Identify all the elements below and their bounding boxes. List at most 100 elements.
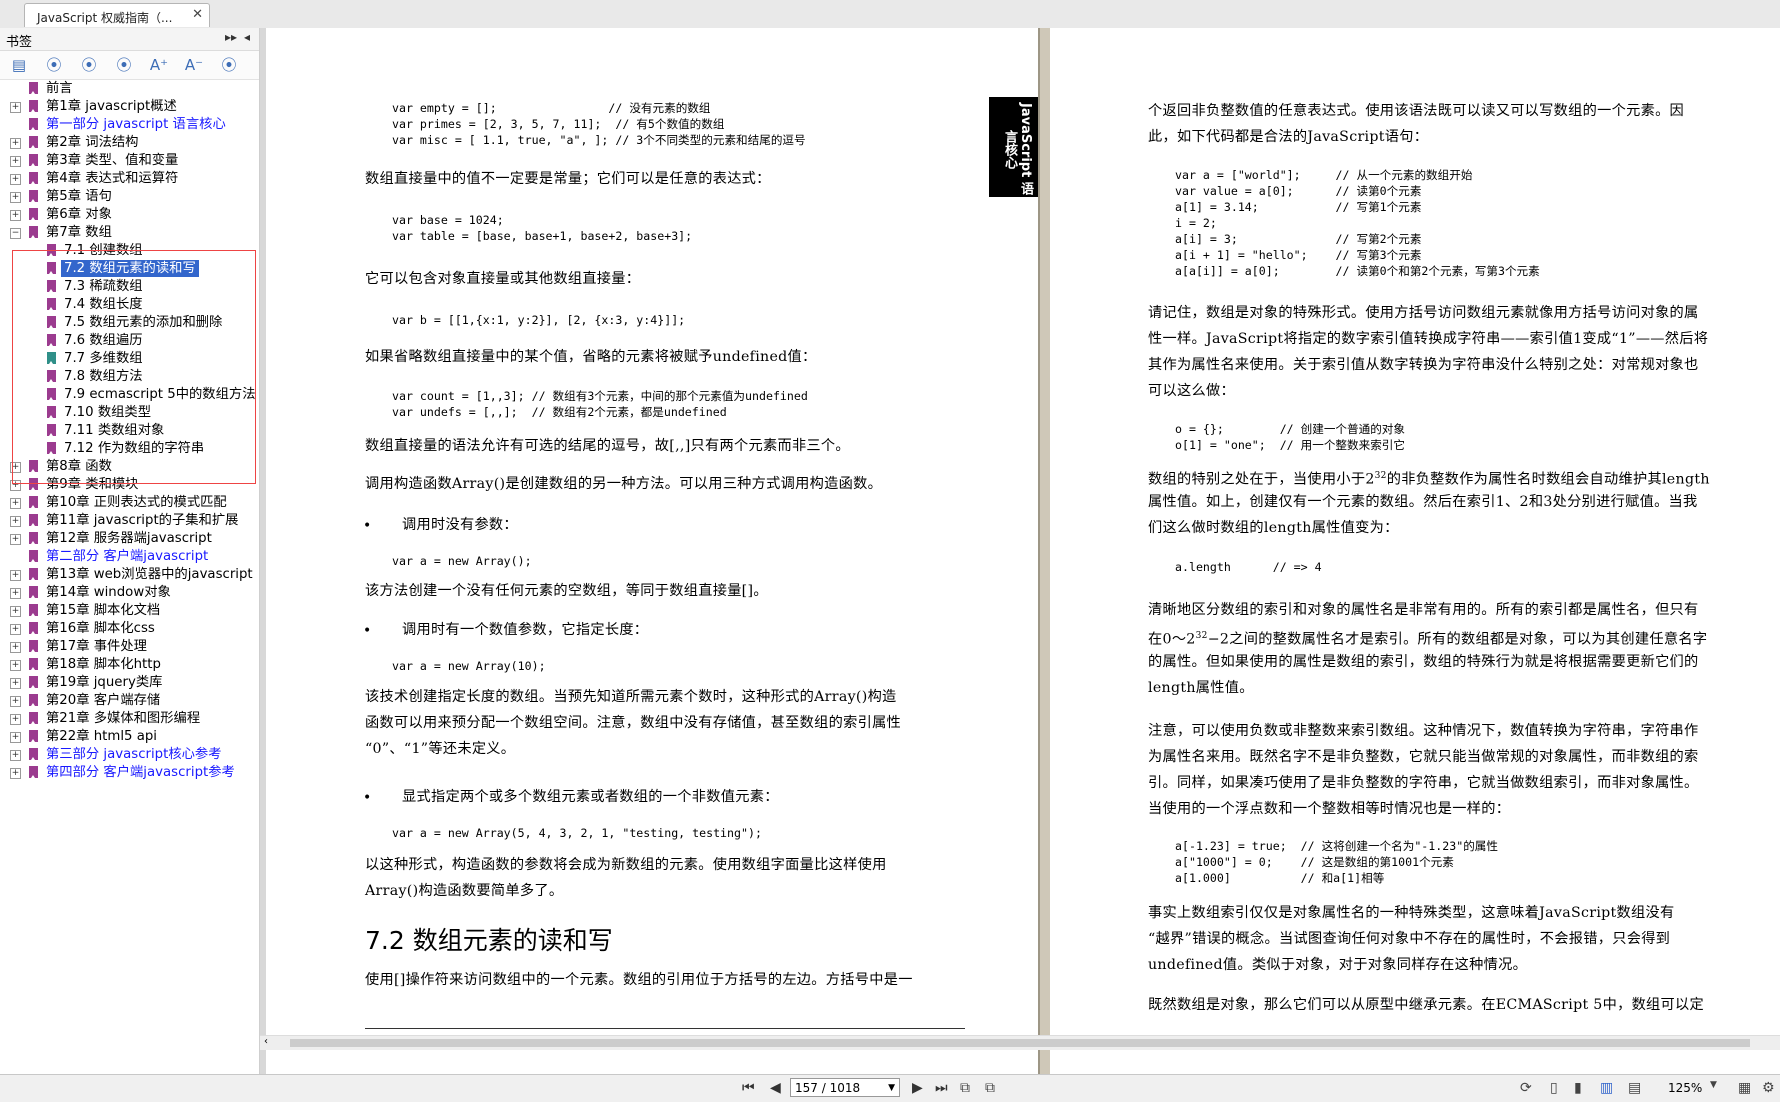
bookmark-item[interactable]: 7.7 多维数组 bbox=[0, 350, 259, 367]
copy-page-icon[interactable]: ⧉ bbox=[985, 1080, 995, 1096]
bookmark-list-icon[interactable]: ▤ bbox=[8, 55, 30, 75]
bookmark-item[interactable]: 7.12 作为数组的字符串 bbox=[0, 440, 259, 457]
bookmark-item[interactable]: + 第16章 脚本化css bbox=[0, 620, 259, 637]
settings-icon[interactable]: ⚙ bbox=[1762, 1080, 1775, 1096]
bookmark-label: 第三部分 javascript核心参考 bbox=[46, 747, 222, 762]
prev-page-icon[interactable]: ◀ bbox=[770, 1080, 781, 1096]
bookmark-item[interactable]: + 第8章 函数 bbox=[0, 458, 259, 475]
bookmark-item[interactable]: + 第19章 jquery类库 bbox=[0, 674, 259, 691]
expand-icon[interactable]: + bbox=[10, 732, 21, 743]
sidebar-splitter[interactable] bbox=[260, 28, 266, 1074]
bookmark-item[interactable]: 7.8 数组方法 bbox=[0, 368, 259, 385]
bookmark-item[interactable]: 第二部分 客户端javascript bbox=[0, 548, 259, 565]
bookmark-item[interactable]: + 第1章 javascript概述 bbox=[0, 98, 259, 115]
document-tab[interactable]: JavaScript 权威指南（... ✕ bbox=[24, 3, 210, 27]
expand-icon[interactable]: + bbox=[10, 588, 21, 599]
expand-icon[interactable]: + bbox=[10, 534, 21, 545]
expand-icon[interactable]: + bbox=[10, 174, 21, 185]
bookmark-item[interactable]: 前言 bbox=[0, 80, 259, 97]
bookmark-settings-icon[interactable]: ⦿ bbox=[218, 55, 240, 75]
last-page-icon[interactable]: ⏭ bbox=[935, 1080, 948, 1096]
bookmark-item[interactable]: + 第11章 javascript的子集和扩展 bbox=[0, 512, 259, 529]
bookmark-item[interactable]: − 第7章 数组 bbox=[0, 224, 259, 241]
bookmark-item[interactable]: + 第22章 html5 api bbox=[0, 728, 259, 745]
single-page-icon[interactable]: ▯ bbox=[1550, 1080, 1558, 1096]
bookmark-item[interactable]: 第一部分 javascript 语言核心 bbox=[0, 116, 259, 133]
two-page-icon[interactable]: ▥ bbox=[1600, 1080, 1613, 1096]
chevron-down-icon[interactable]: ▼ bbox=[888, 1079, 895, 1098]
bookmark-item[interactable]: + 第5章 语句 bbox=[0, 188, 259, 205]
collapse-sidebar-icon[interactable]: ◂ bbox=[244, 30, 250, 44]
bookmark-icon bbox=[29, 226, 38, 238]
bookmark-icon bbox=[47, 424, 56, 436]
bookmark-item[interactable]: + 第三部分 javascript核心参考 bbox=[0, 746, 259, 763]
expand-icon[interactable]: + bbox=[10, 624, 21, 635]
font-increase-icon[interactable]: A⁺ bbox=[148, 55, 170, 75]
document-hscrollbar[interactable]: ‹ bbox=[260, 1035, 1780, 1050]
expand-icon[interactable]: + bbox=[10, 606, 21, 617]
bookmark-item[interactable]: 7.3 稀疏数组 bbox=[0, 278, 259, 295]
bookmark-item[interactable]: 7.1 创建数组 bbox=[0, 242, 259, 259]
expand-icon[interactable]: + bbox=[10, 498, 21, 509]
bookmark-item[interactable]: + 第6章 对象 bbox=[0, 206, 259, 223]
font-decrease-icon[interactable]: A⁻ bbox=[183, 55, 205, 75]
bookmark-item[interactable]: 7.10 数组类型 bbox=[0, 404, 259, 421]
expand-icon[interactable]: + bbox=[10, 462, 21, 473]
page-number-field[interactable]: 157 / 1018 ▼ bbox=[790, 1078, 900, 1097]
bookmark-item[interactable]: + 第4章 表达式和运算符 bbox=[0, 170, 259, 187]
bookmark-expand-icon[interactable]: ⦿ bbox=[78, 55, 100, 75]
collapse-icon[interactable]: − bbox=[10, 228, 21, 239]
close-tab-icon[interactable]: ✕ bbox=[192, 7, 203, 22]
expand-icon[interactable]: + bbox=[10, 768, 21, 779]
expand-icon[interactable]: + bbox=[10, 516, 21, 527]
two-page-continuous-icon[interactable]: ▤ bbox=[1628, 1080, 1641, 1096]
bookmark-item[interactable]: + 第20章 客户端存储 bbox=[0, 692, 259, 709]
bookmark-add-icon[interactable]: ⦿ bbox=[43, 55, 65, 75]
expand-icon[interactable]: + bbox=[10, 156, 21, 167]
expand-icon[interactable]: + bbox=[10, 750, 21, 761]
copy-icon[interactable]: ⧉ bbox=[960, 1080, 970, 1096]
chevron-down-icon[interactable]: ▼ bbox=[1710, 1080, 1717, 1090]
zoom-level[interactable]: 125% bbox=[1668, 1081, 1702, 1095]
first-page-icon[interactable]: ⏮ bbox=[742, 1080, 755, 1096]
expand-icon[interactable]: + bbox=[10, 192, 21, 203]
bookmark-item[interactable]: 7.5 数组元素的添加和删除 bbox=[0, 314, 259, 331]
bookmark-item[interactable]: 7.9 ecmascript 5中的数组方法 bbox=[0, 386, 259, 403]
continuous-page-icon[interactable]: ▮ bbox=[1574, 1080, 1582, 1096]
bookmark-item[interactable]: + 第2章 词法结构 bbox=[0, 134, 259, 151]
bookmark-item[interactable]: + 第10章 正则表达式的模式匹配 bbox=[0, 494, 259, 511]
document-scroll-thumb[interactable] bbox=[290, 1039, 1750, 1047]
next-page-icon[interactable]: ▶ bbox=[912, 1080, 923, 1096]
bookmark-collapse-icon[interactable]: ⦿ bbox=[113, 55, 135, 75]
expand-icon[interactable]: + bbox=[10, 696, 21, 707]
bookmark-item[interactable]: 7.11 类数组对象 bbox=[0, 422, 259, 439]
pin-sidebar-icon[interactable]: ▸▸ bbox=[225, 30, 237, 44]
bookmark-item[interactable]: + 第3章 类型、值和变量 bbox=[0, 152, 259, 169]
scroll-left-icon[interactable]: ‹ bbox=[264, 1036, 268, 1047]
bookmark-item[interactable]: + 第18章 脚本化http bbox=[0, 656, 259, 673]
expand-icon[interactable]: + bbox=[10, 138, 21, 149]
bookmark-item[interactable]: 7.2 数组元素的读和写 bbox=[0, 260, 259, 277]
bookmark-item[interactable]: + 第14章 window对象 bbox=[0, 584, 259, 601]
bookmark-item[interactable]: + 第四部分 客户端javascript参考 bbox=[0, 764, 259, 781]
bookmark-item[interactable]: + 第15章 脚本化文档 bbox=[0, 602, 259, 619]
bookmark-item[interactable]: + 第21章 多媒体和图形编程 bbox=[0, 710, 259, 727]
expand-icon[interactable]: + bbox=[10, 714, 21, 725]
bookmark-item[interactable]: 7.6 数组遍历 bbox=[0, 332, 259, 349]
grid-icon[interactable]: ▦ bbox=[1738, 1080, 1751, 1096]
bookmark-item[interactable]: + 第13章 web浏览器中的javascript bbox=[0, 566, 259, 583]
expand-icon[interactable]: + bbox=[10, 480, 21, 491]
expand-icon[interactable]: + bbox=[10, 102, 21, 113]
bookmark-item[interactable]: + 第17章 事件处理 bbox=[0, 638, 259, 655]
expand-icon[interactable]: + bbox=[10, 660, 21, 671]
expand-icon[interactable]: + bbox=[10, 570, 21, 581]
expand-icon[interactable]: + bbox=[10, 210, 21, 221]
expand-icon[interactable]: + bbox=[10, 678, 21, 689]
bookmark-item[interactable]: + 第12章 服务器端javascript bbox=[0, 530, 259, 547]
bookmark-item[interactable]: 7.4 数组长度 bbox=[0, 296, 259, 313]
bullet-icon: • bbox=[363, 518, 372, 534]
bookmark-item[interactable]: + 第9章 类和模块 bbox=[0, 476, 259, 493]
expand-icon[interactable]: + bbox=[10, 642, 21, 653]
rotate-icon[interactable]: ⟳ bbox=[1520, 1080, 1532, 1096]
bookmark-label: 第3章 类型、值和变量 bbox=[46, 153, 179, 168]
